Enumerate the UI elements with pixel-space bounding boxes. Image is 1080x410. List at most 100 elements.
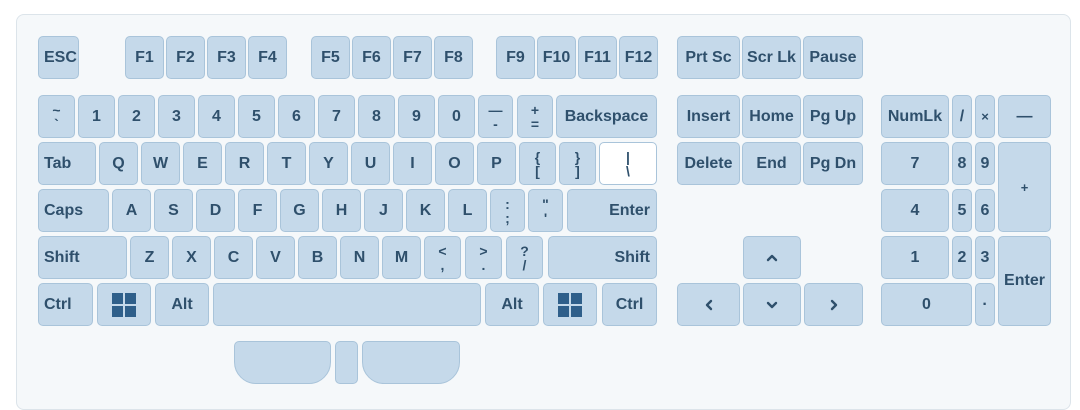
key-num-enter[interactable]: Enter [998,236,1051,326]
key-num-3[interactable]: 3 [975,236,995,279]
key-e[interactable]: E [183,142,222,185]
key-num-4[interactable]: 4 [881,189,949,232]
key-delete[interactable]: Delete [677,142,740,185]
key-num-decimal[interactable]: · [975,283,995,326]
key-d[interactable]: D [196,189,235,232]
key-u[interactable]: U [351,142,390,185]
key-arrow-left[interactable] [677,283,740,326]
key-f2[interactable]: F2 [166,36,205,79]
key-enter[interactable]: Enter [567,189,657,232]
key-x[interactable]: X [172,236,211,279]
key-backslash[interactable]: | \ [599,142,657,185]
key-num-9[interactable]: 9 [975,142,995,185]
key-caps-lock[interactable]: Caps [38,189,109,232]
key-j[interactable]: J [364,189,403,232]
key-f12[interactable]: F12 [619,36,658,79]
key-equals[interactable]: + = [517,95,553,138]
key-num-7[interactable]: 7 [881,142,949,185]
key-num-multiply[interactable]: × [975,95,995,138]
key-num-5[interactable]: 5 [952,189,972,232]
key-2[interactable]: 2 [118,95,155,138]
key-f4[interactable]: F4 [248,36,287,79]
key-insert[interactable]: Insert [677,95,740,138]
key-right-alt[interactable]: Alt [485,283,539,326]
key-k[interactable]: K [406,189,445,232]
key-i[interactable]: I [393,142,432,185]
key-pg-up[interactable]: Pg Up [803,95,863,138]
key-arrow-right[interactable] [804,283,863,326]
key-f9[interactable]: F9 [496,36,535,79]
key-left-shift[interactable]: Shift [38,236,127,279]
key-f8[interactable]: F8 [434,36,473,79]
key-1[interactable]: 1 [78,95,115,138]
key-f7[interactable]: F7 [393,36,432,79]
key-r[interactable]: R [225,142,264,185]
key-w[interactable]: W [141,142,180,185]
key-num-0[interactable]: 0 [881,283,972,326]
key-right-bracket[interactable]: } ] [559,142,596,185]
key-backtick[interactable]: ~ ` [38,95,75,138]
key-t[interactable]: T [267,142,306,185]
key-right-shift[interactable]: Shift [548,236,657,279]
key-left-windows[interactable] [97,283,151,326]
key-m[interactable]: M [382,236,421,279]
key-f1[interactable]: F1 [125,36,164,79]
key-pause[interactable]: Pause [803,36,863,79]
key-arrow-down[interactable] [743,283,801,326]
key-8[interactable]: 8 [358,95,395,138]
key-home[interactable]: Home [742,95,801,138]
key-tab[interactable]: Tab [38,142,96,185]
key-right-ctrl[interactable]: Ctrl [602,283,657,326]
key-num-divide[interactable]: / [952,95,972,138]
key-num-plus[interactable]: + [998,142,1051,232]
key-c[interactable]: C [214,236,253,279]
key-f6[interactable]: F6 [352,36,391,79]
key-comma[interactable]: < , [424,236,461,279]
key-p[interactable]: P [477,142,516,185]
key-g[interactable]: G [280,189,319,232]
key-v[interactable]: V [256,236,295,279]
key-prt-sc[interactable]: Prt Sc [677,36,740,79]
key-h[interactable]: H [322,189,361,232]
touchpad-right-button[interactable] [362,341,460,384]
key-f[interactable]: F [238,189,277,232]
key-num-lock[interactable]: NumLk [881,95,949,138]
key-o[interactable]: O [435,142,474,185]
key-7[interactable]: 7 [318,95,355,138]
key-esc[interactable]: ESC [38,36,79,79]
key-quote[interactable]: " ' [528,189,563,232]
key-period[interactable]: > . [465,236,502,279]
key-9[interactable]: 9 [398,95,435,138]
key-3[interactable]: 3 [158,95,195,138]
key-backspace[interactable]: Backspace [556,95,657,138]
key-minus[interactable]: — - [478,95,513,138]
key-a[interactable]: A [112,189,151,232]
key-left-ctrl[interactable]: Ctrl [38,283,93,326]
key-4[interactable]: 4 [198,95,235,138]
key-z[interactable]: Z [130,236,169,279]
key-5[interactable]: 5 [238,95,275,138]
touchpad-left-button[interactable] [234,341,331,384]
key-num-6[interactable]: 6 [975,189,995,232]
key-slash[interactable]: ? / [506,236,543,279]
key-semicolon[interactable]: : ; [490,189,525,232]
key-num-2[interactable]: 2 [952,236,972,279]
key-arrow-up[interactable] [743,236,801,279]
key-num-1[interactable]: 1 [881,236,949,279]
key-n[interactable]: N [340,236,379,279]
key-right-windows[interactable] [543,283,597,326]
key-l[interactable]: L [448,189,487,232]
key-scr-lk[interactable]: Scr Lk [742,36,801,79]
key-pg-dn[interactable]: Pg Dn [803,142,863,185]
key-f10[interactable]: F10 [537,36,576,79]
key-s[interactable]: S [154,189,193,232]
key-f3[interactable]: F3 [207,36,246,79]
touchpad-middle-button[interactable] [335,341,358,384]
key-q[interactable]: Q [99,142,138,185]
key-f5[interactable]: F5 [311,36,350,79]
key-b[interactable]: B [298,236,337,279]
key-space[interactable] [213,283,481,326]
key-0[interactable]: 0 [438,95,475,138]
key-num-minus[interactable]: — [998,95,1051,138]
key-end[interactable]: End [742,142,801,185]
